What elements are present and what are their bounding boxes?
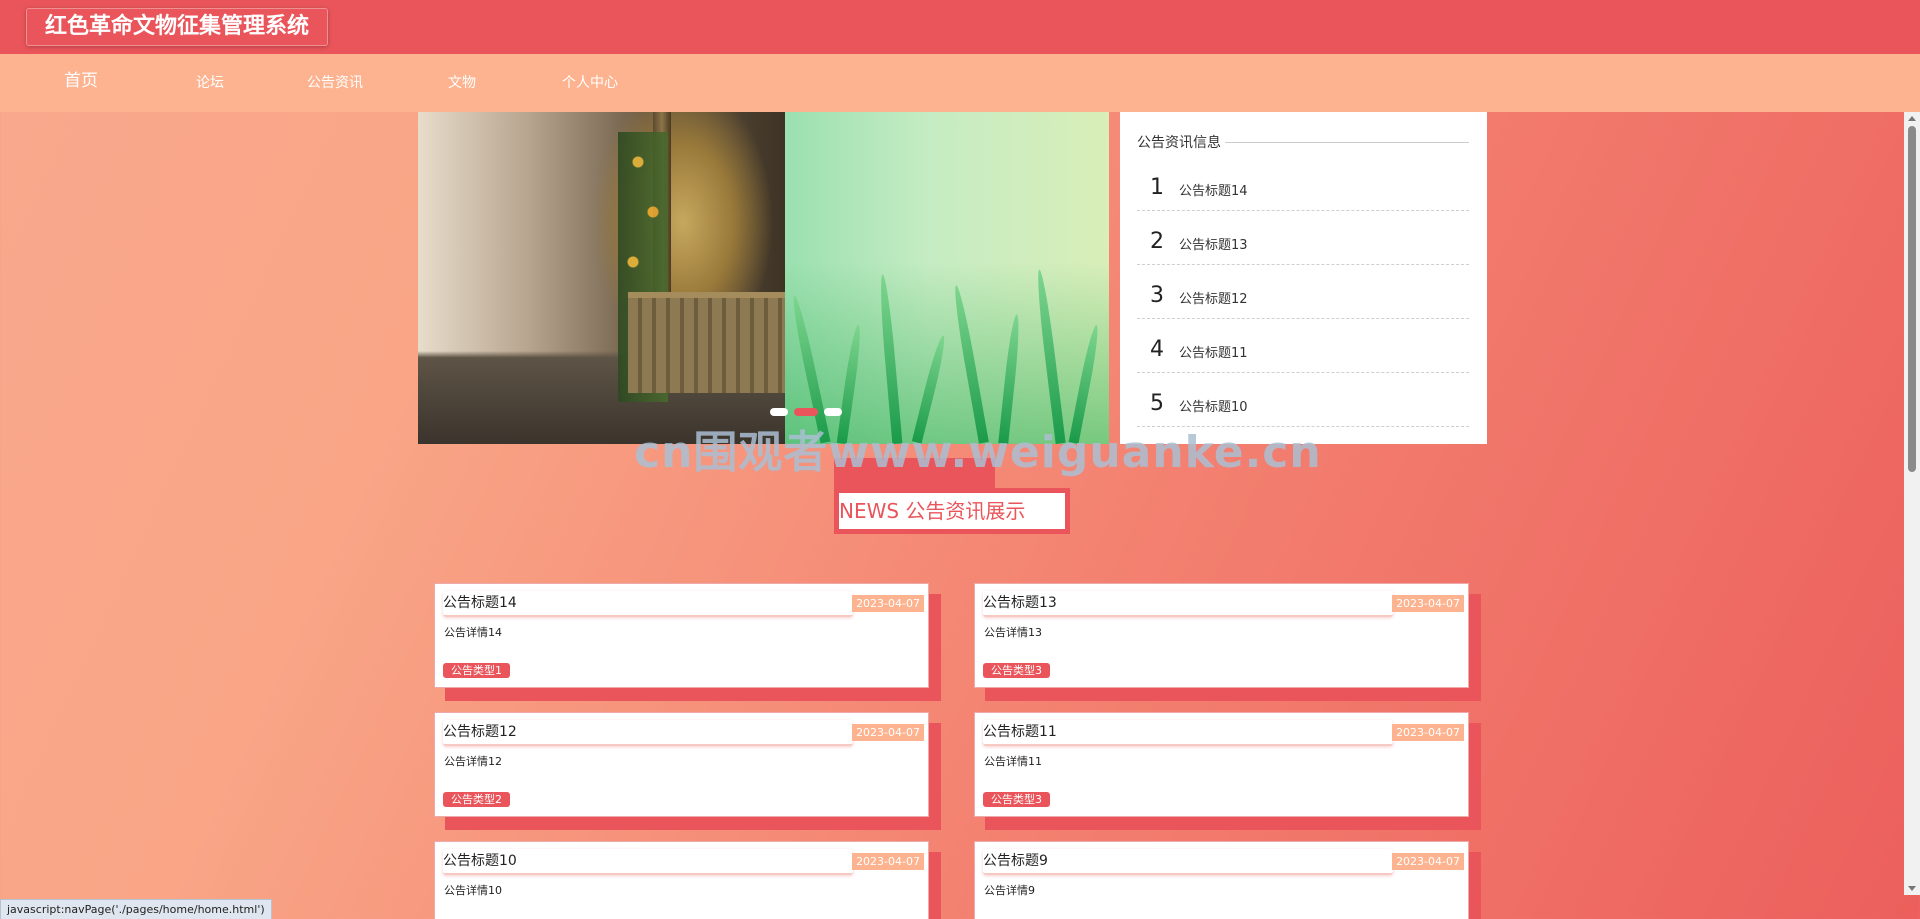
notice-item-number: 5 xyxy=(1150,391,1164,416)
news-card-desc: 公告详情13 xyxy=(984,626,1042,639)
nav-relics[interactable]: 文物 xyxy=(448,54,476,112)
top-header: 红色革命文物征集管理系统 xyxy=(0,0,1920,54)
nav-home[interactable]: 首页 xyxy=(64,52,98,110)
news-card-desc: 公告详情14 xyxy=(444,626,502,639)
notice-item-title[interactable]: 公告标题11 xyxy=(1179,342,1248,361)
news-card-desc: 公告详情9 xyxy=(984,884,1035,897)
notice-panel-header: 公告资讯信息 xyxy=(1137,132,1469,152)
nav-notices[interactable]: 公告资讯 xyxy=(307,54,363,112)
notice-panel: 公告资讯信息 1 公告标题14 2 公告标题13 3 公告标题12 4 公告标题… xyxy=(1120,112,1487,444)
news-card-type-badge: 公告类型2 xyxy=(443,792,510,807)
news-card-title: 公告标题10 xyxy=(443,849,853,875)
notice-list-item[interactable]: 3 公告标题12 xyxy=(1137,265,1469,319)
news-card[interactable]: 公告标题13 2023-04-07 公告详情13 公告类型3 xyxy=(974,583,1469,688)
status-bar-url: javascript:navPage('./pages/home/home.ht… xyxy=(0,899,272,919)
image-carousel[interactable] xyxy=(418,112,1109,444)
notice-item-number: 3 xyxy=(1150,283,1164,308)
news-section-title: NEWS 公告资讯展示 xyxy=(839,493,1065,529)
news-card-date: 2023-04-07 xyxy=(852,853,924,870)
news-card-date: 2023-04-07 xyxy=(852,595,924,612)
news-card-title: 公告标题13 xyxy=(983,591,1393,617)
news-card-title: 公告标题12 xyxy=(443,720,853,746)
notice-list-item[interactable]: 1 公告标题14 xyxy=(1137,157,1469,211)
news-card-type-badge: 公告类型1 xyxy=(443,663,510,678)
carousel-slide-statue xyxy=(418,112,785,444)
news-card-type-badge: 公告类型3 xyxy=(983,663,1050,678)
notice-item-number: 1 xyxy=(1150,175,1164,200)
notice-item-number: 4 xyxy=(1150,337,1164,362)
notice-list-item[interactable]: 4 公告标题11 xyxy=(1137,319,1469,373)
vertical-scrollbar[interactable] xyxy=(1904,112,1920,895)
notice-list-item[interactable]: 2 公告标题13 xyxy=(1137,211,1469,265)
nav-personal-center[interactable]: 个人中心 xyxy=(562,54,618,112)
carousel-dot-2[interactable] xyxy=(794,408,818,416)
notice-item-number: 2 xyxy=(1150,229,1164,254)
news-card-date: 2023-04-07 xyxy=(1392,853,1464,870)
main-nav: 首页 论坛 公告资讯 文物 个人中心 xyxy=(0,54,1920,112)
news-card-desc: 公告详情11 xyxy=(984,755,1042,768)
news-card[interactable]: 公告标题12 2023-04-07 公告详情12 公告类型2 xyxy=(434,712,929,817)
scroll-thumb[interactable] xyxy=(1908,126,1916,472)
scroll-up-arrow-icon[interactable] xyxy=(1908,116,1916,121)
watermark-text: cn围观者www.weiguanke.cn xyxy=(634,427,1322,478)
notice-heading-divider xyxy=(1225,142,1469,143)
news-card-title: 公告标题14 xyxy=(443,591,853,617)
news-card-title: 公告标题9 xyxy=(983,849,1393,875)
notice-panel-heading: 公告资讯信息 xyxy=(1137,135,1221,151)
news-card[interactable]: 公告标题10 2023-04-07 公告详情10 xyxy=(434,841,929,919)
news-card-title: 公告标题11 xyxy=(983,720,1393,746)
carousel-slide-grass xyxy=(785,112,1109,444)
news-card[interactable]: 公告标题11 2023-04-07 公告详情11 公告类型3 xyxy=(974,712,1469,817)
news-card-desc: 公告详情10 xyxy=(444,884,502,897)
news-card-date: 2023-04-07 xyxy=(1392,595,1464,612)
news-card[interactable]: 公告标题14 2023-04-07 公告详情14 公告类型1 xyxy=(434,583,929,688)
news-card[interactable]: 公告标题9 2023-04-07 公告详情9 xyxy=(974,841,1469,919)
news-card-date: 2023-04-07 xyxy=(852,724,924,741)
carousel-dot-3[interactable] xyxy=(824,408,842,416)
slide-plinth xyxy=(628,292,785,393)
notice-item-title[interactable]: 公告标题10 xyxy=(1179,396,1248,415)
news-card-desc: 公告详情12 xyxy=(444,755,502,768)
news-card-type-badge: 公告类型3 xyxy=(983,792,1050,807)
notice-item-title[interactable]: 公告标题14 xyxy=(1179,180,1248,199)
site-title[interactable]: 红色革命文物征集管理系统 xyxy=(26,8,329,46)
scroll-down-arrow-icon[interactable] xyxy=(1908,886,1916,891)
notice-item-title[interactable]: 公告标题13 xyxy=(1179,234,1248,253)
news-card-date: 2023-04-07 xyxy=(1392,724,1464,741)
notice-item-title[interactable]: 公告标题12 xyxy=(1179,288,1248,307)
nav-forum[interactable]: 论坛 xyxy=(196,54,224,112)
carousel-dot-1[interactable] xyxy=(770,408,788,416)
